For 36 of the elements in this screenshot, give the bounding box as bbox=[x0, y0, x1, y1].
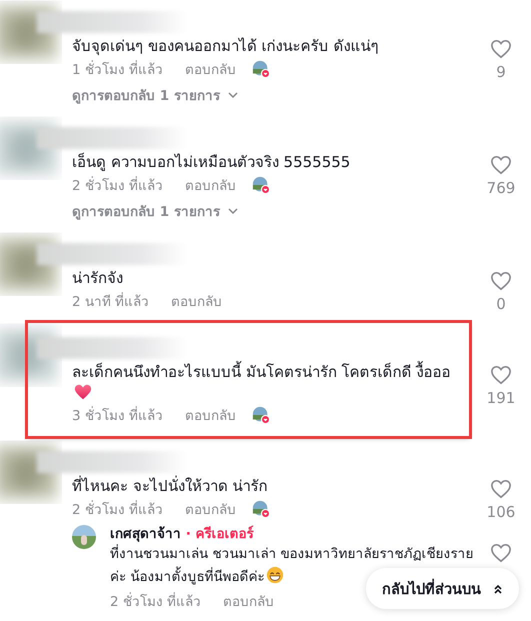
like-count: 191 bbox=[486, 389, 516, 407]
like-count: 106 bbox=[486, 503, 516, 521]
comment-time: 2 ชั่วโมง ที่แล้ว bbox=[72, 499, 164, 520]
comment-time: 2 นาที ที่แล้ว bbox=[72, 291, 150, 312]
chevron-down-icon bbox=[228, 92, 238, 98]
reply-link[interactable]: ตอบกลับ bbox=[223, 590, 274, 612]
comment-text: น่ารักจัง bbox=[72, 268, 124, 289]
comment-time: 2 ชั่วโมง ที่แล้ว bbox=[72, 175, 164, 196]
comment-time: 3 ชั่วโมง ที่แล้ว bbox=[72, 405, 164, 426]
like-count: 769 bbox=[486, 179, 516, 197]
like-icon[interactable] bbox=[490, 271, 512, 291]
reply-link[interactable]: ตอบกลับ bbox=[185, 404, 236, 426]
like-count: 0 bbox=[496, 295, 506, 313]
back-to-top-button[interactable]: กลับไปที่ส่วนบน bbox=[366, 568, 519, 609]
double-chevron-up-icon bbox=[493, 584, 503, 594]
chevron-down-icon bbox=[228, 208, 238, 214]
like-icon[interactable] bbox=[490, 365, 512, 385]
comment-text: ละเด็กคนนึงทำอะไรแบบนี้ มันโคตรน่ารัก โคตรเด็กดี งื้อออ bbox=[72, 361, 452, 383]
like-icon[interactable] bbox=[490, 479, 512, 499]
comment-text: เอ็นดู ความบอกไม่เหมือนตัวจริง 5555555 bbox=[72, 152, 352, 173]
like-icon[interactable] bbox=[490, 39, 512, 59]
comment-text: ที่ไหนคะ จะไปนั่งให้วาด น่ารัก bbox=[72, 475, 269, 497]
comment-time: 1 ชั่วโมง ที่แล้ว bbox=[72, 59, 164, 80]
reply-author: เกศสุดาจ้าา bbox=[110, 526, 181, 542]
creator-label: · ครีเอเตอร์ bbox=[186, 526, 254, 542]
like-icon[interactable] bbox=[490, 155, 512, 175]
reply-link[interactable]: ตอบกลับ bbox=[185, 174, 236, 196]
reply-link[interactable]: ตอบกลับ bbox=[171, 290, 222, 312]
comment-time: 2 ชั่วโมง ที่แล้ว bbox=[110, 591, 202, 612]
reply-link[interactable]: ตอบกลับ bbox=[185, 58, 236, 80]
like-count: 9 bbox=[496, 63, 506, 81]
comment-text: จับจุดเด่นๆ ของคนออกมาได้ เก่งนะครับ ดังแน่ๆ bbox=[72, 36, 380, 57]
view-replies-link[interactable]: ดูการตอบกลับ 1 รายการ bbox=[72, 200, 238, 222]
reply-link[interactable]: ตอบกลับ bbox=[185, 498, 236, 520]
like-icon[interactable] bbox=[490, 543, 512, 563]
view-replies-link[interactable]: ดูการตอบกลับ 1 รายการ bbox=[72, 84, 238, 106]
